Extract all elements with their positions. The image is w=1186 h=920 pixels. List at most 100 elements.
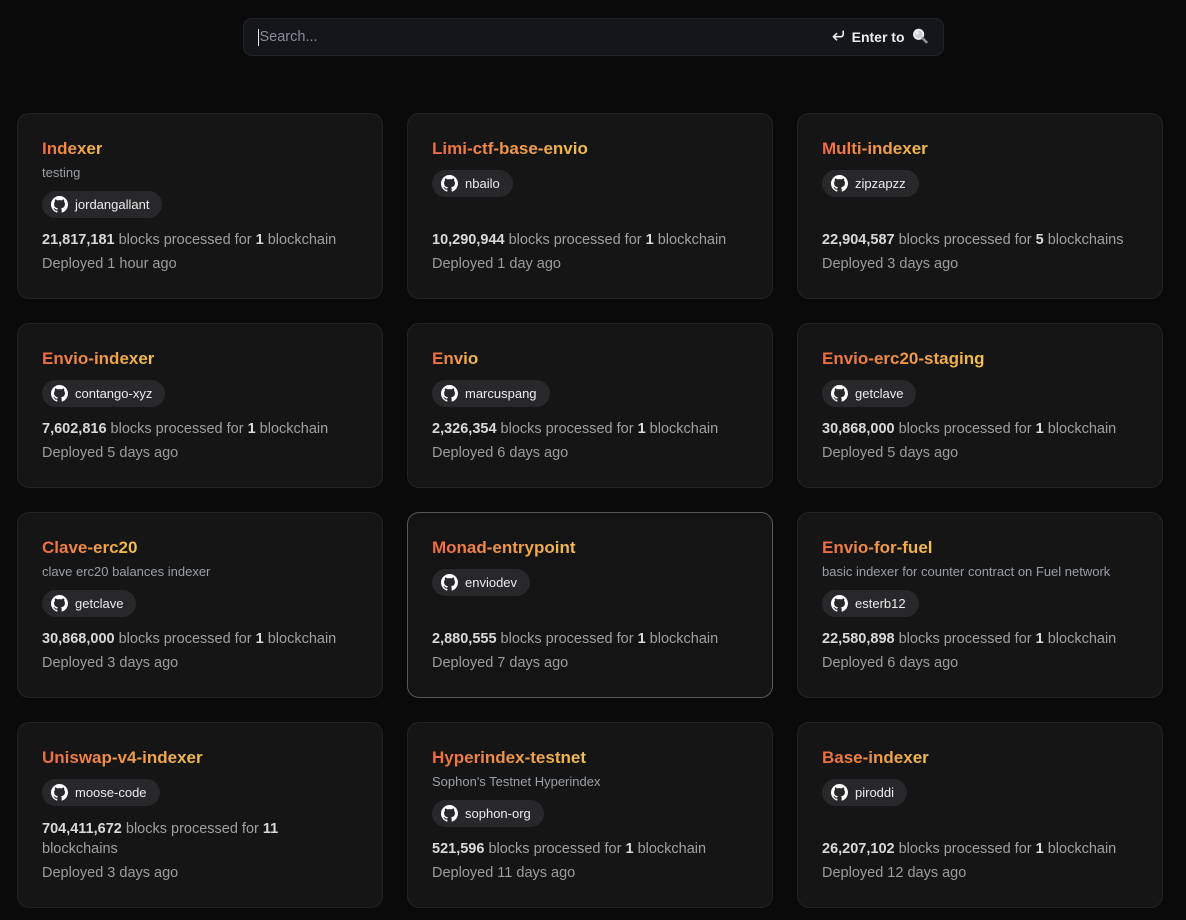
indexer-card[interactable]: Uniswap-v4-indexer moose-code 704,411,67…: [17, 722, 383, 908]
stat-label: blocks processed for: [501, 421, 634, 437]
chain-word: blockchain: [658, 232, 727, 248]
github-icon: [441, 574, 458, 591]
blocks-count: 26,207,102: [822, 841, 895, 857]
indexer-card[interactable]: Clave-erc20 clave erc20 balances indexer…: [17, 512, 383, 698]
indexer-card[interactable]: Envio-indexer contango-xyz 7,602,816 blo…: [17, 323, 383, 488]
github-badge[interactable]: moose-code: [42, 779, 160, 806]
chain-word: blockchain: [638, 841, 707, 857]
blocks-processed-stat: 22,904,587 blocks processed for 5 blockc…: [822, 230, 1138, 250]
stat-label: blocks processed for: [111, 421, 244, 437]
blocks-processed-stat: 2,880,555 blocks processed for 1 blockch…: [432, 629, 748, 649]
github-badge[interactable]: nbailo: [432, 170, 513, 197]
blocks-count: 521,596: [432, 841, 484, 857]
blocks-count: 30,868,000: [42, 631, 115, 647]
stat-label: blocks processed for: [126, 821, 259, 837]
blocks-processed-stat: 30,868,000 blocks processed for 1 blockc…: [42, 629, 358, 649]
blocks-count: 2,880,555: [432, 631, 497, 647]
deployed-timestamp: Deployed 3 days ago: [42, 863, 358, 883]
blocks-count: 10,290,944: [432, 232, 505, 248]
indexer-card[interactable]: Envio-for-fuel basic indexer for counter…: [797, 512, 1163, 698]
github-badge[interactable]: getclave: [42, 590, 136, 617]
deployed-timestamp: Deployed 5 days ago: [822, 443, 1138, 463]
github-icon: [51, 784, 68, 801]
deployed-timestamp: Deployed 11 days ago: [432, 863, 748, 883]
github-badge-row: jordangallant: [42, 191, 358, 218]
chain-count: 1: [256, 631, 264, 647]
github-badge[interactable]: piroddi: [822, 779, 907, 806]
chain-word: blockchain: [650, 421, 719, 437]
github-username: getclave: [75, 596, 123, 611]
github-username: nbailo: [465, 176, 500, 191]
magnifier-icon: [911, 27, 929, 48]
blocks-count: 7,602,816: [42, 421, 107, 437]
github-badge[interactable]: getclave: [822, 380, 916, 407]
github-badge[interactable]: enviodev: [432, 569, 530, 596]
chain-word: blockchains: [1048, 232, 1124, 248]
stat-label: blocks processed for: [488, 841, 621, 857]
search-hint-label: Enter to: [852, 29, 905, 45]
search-input[interactable]: [258, 29, 830, 45]
deployed-timestamp: Deployed 3 days ago: [822, 254, 1138, 274]
github-badge[interactable]: contango-xyz: [42, 380, 165, 407]
indexer-card[interactable]: Envio marcuspang 2,326,354 blocks proces…: [407, 323, 773, 488]
indexer-title: Base-indexer: [822, 747, 929, 769]
search-bar[interactable]: Enter to: [243, 18, 944, 56]
github-icon: [441, 805, 458, 822]
chain-count: 5: [1036, 232, 1044, 248]
github-badge-row: marcuspang: [432, 380, 748, 407]
github-icon: [831, 784, 848, 801]
github-badge-row: nbailo: [432, 170, 748, 197]
github-badge-row: esterb12: [822, 590, 1138, 617]
deployed-timestamp: Deployed 5 days ago: [42, 443, 358, 463]
indexer-card[interactable]: Limi-ctf-base-envio nbailo 10,290,944 bl…: [407, 113, 773, 299]
indexer-title: Multi-indexer: [822, 138, 928, 160]
blocks-count: 22,904,587: [822, 232, 895, 248]
chain-count: 11: [263, 821, 278, 837]
blocks-processed-stat: 7,602,816 blocks processed for 1 blockch…: [42, 419, 358, 439]
github-icon: [441, 175, 458, 192]
indexer-card[interactable]: Base-indexer piroddi 26,207,102 blocks p…: [797, 722, 1163, 908]
github-badge[interactable]: jordangallant: [42, 191, 162, 218]
indexer-title: Clave-erc20: [42, 537, 137, 559]
chain-count: 1: [646, 232, 654, 248]
blocks-count: 22,580,898: [822, 631, 895, 647]
indexer-title: Monad-entrypoint: [432, 537, 576, 559]
indexer-title: Envio-erc20-staging: [822, 348, 985, 370]
indexer-card[interactable]: Monad-entrypoint enviodev 2,880,555 bloc…: [407, 512, 773, 698]
deployed-timestamp: Deployed 7 days ago: [432, 653, 748, 673]
blocks-processed-stat: 10,290,944 blocks processed for 1 blockc…: [432, 230, 748, 250]
github-badge-row: contango-xyz: [42, 380, 358, 407]
search-enter-hint: Enter to: [830, 27, 929, 48]
github-badge-row: enviodev: [432, 569, 748, 596]
chain-count: 1: [256, 232, 264, 248]
github-username: piroddi: [855, 785, 894, 800]
blocks-count: 30,868,000: [822, 421, 895, 437]
github-badge[interactable]: zipzapzz: [822, 170, 919, 197]
chain-word: blockchain: [1048, 631, 1117, 647]
github-badge[interactable]: marcuspang: [432, 380, 550, 407]
text-caret: [258, 29, 260, 46]
return-arrow-icon: [830, 28, 846, 47]
github-badge[interactable]: sophon-org: [432, 800, 544, 827]
github-username: enviodev: [465, 575, 517, 590]
indexer-card[interactable]: Hyperindex-testnet Sophon's Testnet Hype…: [407, 722, 773, 908]
chain-word: blockchain: [1048, 841, 1117, 857]
chain-word: blockchain: [268, 631, 337, 647]
chain-count: 1: [1036, 631, 1044, 647]
indexer-card[interactable]: Indexer testing jordangallant 21,817,181…: [17, 113, 383, 299]
stat-label: blocks processed for: [899, 232, 1032, 248]
indexer-card[interactable]: Multi-indexer zipzapzz 22,904,587 blocks…: [797, 113, 1163, 299]
blocks-processed-stat: 521,596 blocks processed for 1 blockchai…: [432, 839, 748, 859]
indexer-title: Uniswap-v4-indexer: [42, 747, 203, 769]
chain-word: blockchain: [260, 421, 329, 437]
deployed-timestamp: Deployed 3 days ago: [42, 653, 358, 673]
github-badge[interactable]: esterb12: [822, 590, 919, 617]
stat-label: blocks processed for: [899, 631, 1032, 647]
indexer-card[interactable]: Envio-erc20-staging getclave 30,868,000 …: [797, 323, 1163, 488]
github-username: marcuspang: [465, 386, 537, 401]
indexer-subtitle: Sophon's Testnet Hyperindex: [432, 773, 748, 790]
indexer-title: Limi-ctf-base-envio: [432, 138, 588, 160]
blocks-processed-stat: 22,580,898 blocks processed for 1 blockc…: [822, 629, 1138, 649]
deployed-timestamp: Deployed 1 day ago: [432, 254, 748, 274]
deployed-timestamp: Deployed 6 days ago: [822, 653, 1138, 673]
